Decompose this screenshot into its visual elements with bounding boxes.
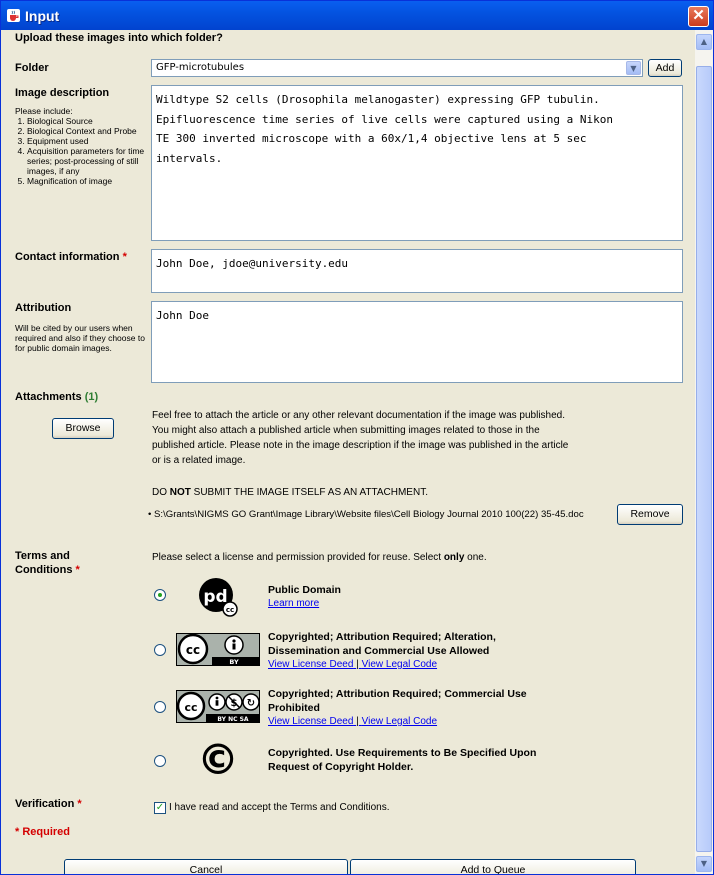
attachments-info: Feel free to attach the article or any o… — [152, 410, 569, 466]
image-description-field[interactable]: Wildtype S2 cells (Drosophila melanogast… — [151, 85, 683, 241]
scroll-down-icon[interactable]: ▼ — [696, 856, 712, 872]
terms-label-line2: Conditions — [15, 564, 73, 576]
scroll-thumb[interactable] — [696, 66, 712, 852]
pd-logo-text: pd — [203, 587, 227, 607]
copyright-icon: © — [198, 740, 238, 780]
add-folder-button[interactable]: Add — [648, 59, 682, 77]
attachments-count: (1) — [84, 391, 99, 403]
warning-pre: DO — [152, 487, 170, 498]
attribution-field[interactable]: John Doe — [151, 301, 683, 383]
svg-text:cc: cc — [184, 701, 197, 714]
attribution-label: Attribution — [15, 302, 72, 314]
browse-button[interactable]: Browse — [52, 418, 114, 439]
cancel-button[interactable]: Cancel — [64, 859, 348, 874]
attachments-warning: DO NOT SUBMIT THE IMAGE ITSELF AS AN ATT… — [152, 485, 572, 500]
remove-attachment-button[interactable]: Remove — [617, 504, 683, 525]
hint-item: Equipment used — [27, 136, 145, 146]
warning-not: NOT — [169, 487, 191, 498]
hint-list: Biological Source Biological Context and… — [15, 116, 145, 186]
contact-label: Contact information * — [15, 251, 127, 263]
required-note: * Required — [15, 826, 71, 838]
license-title-public-domain: Public Domain — [268, 584, 341, 596]
copyright-logo-text: © — [198, 740, 238, 780]
folder-prompt: Upload these images into which folder? — [15, 32, 223, 44]
input-dialog: Input ✕ Upload these images into which f… — [0, 0, 714, 875]
cc-by-nc-sa-badge-text: BY NC SA — [217, 716, 249, 723]
hint-item: Biological Source — [27, 116, 145, 126]
view-license-deed-link[interactable]: View License Deed — [268, 716, 353, 727]
hint-intro: Please include: — [15, 106, 73, 116]
attachments-label-text: Attachments — [15, 391, 82, 403]
terms-label-line1: Terms and — [15, 550, 70, 562]
image-description-label: Image description — [15, 87, 110, 99]
contact-field[interactable]: John Doe, jdoe@university.edu — [151, 249, 683, 293]
required-mark: * — [77, 798, 82, 810]
required-mark: * — [75, 564, 80, 576]
view-license-deed-link[interactable]: View License Deed — [268, 659, 353, 670]
java-cup-icon — [7, 9, 20, 22]
license-links-cc-by: View License Deed | View Legal Code — [268, 659, 437, 670]
license-radio-copyright[interactable] — [154, 755, 166, 767]
learn-more-link[interactable]: Learn more — [268, 598, 319, 609]
cc-by-icon: cc BY — [176, 633, 260, 666]
folder-select[interactable]: GFP-microtubules ▼ — [151, 59, 643, 77]
instr-only: only — [443, 552, 465, 563]
close-icon: ✕ — [692, 7, 705, 24]
form-content: Upload these images into which folder? F… — [1, 30, 695, 874]
instr-pre: Please select a license and permission p… — [152, 552, 444, 563]
window-title: Input — [25, 8, 60, 24]
license-radio-cc-by-nc-sa[interactable] — [154, 701, 166, 713]
cc-badge-text: cc — [226, 606, 234, 614]
public-domain-icon: pd cc — [199, 578, 238, 617]
attachments-label: Attachments (1) — [15, 391, 98, 403]
hint-item: Biological Context and Probe — [27, 126, 145, 136]
verification-label: Verification * — [15, 798, 82, 810]
view-legal-code-link[interactable]: View Legal Code — [362, 716, 437, 727]
attached-file: • S:\Grants\NIGMS GO Grant\Image Library… — [148, 509, 584, 520]
verification-label-text: Verification — [15, 798, 75, 810]
view-legal-code-link[interactable]: View Legal Code — [362, 659, 437, 670]
warning-post: SUBMIT THE IMAGE ITSELF AS AN ATTACHMENT… — [190, 487, 428, 498]
add-to-queue-button[interactable]: Add to Queue — [350, 859, 636, 874]
cc-by-badge-text: BY — [229, 658, 239, 666]
required-mark: * — [122, 251, 127, 263]
license-radio-public-domain[interactable] — [154, 589, 166, 601]
title-bar[interactable]: Input ✕ — [1, 1, 713, 30]
hint-item: Magnification of image — [27, 176, 145, 186]
license-title-cc-by-nc-sa: Copyrighted; Attribution Required; Comme… — [268, 688, 527, 714]
license-links-cc-by-nc-sa: View License Deed | View Legal Code — [268, 716, 437, 727]
attribution-hint: Will be cited by our users when required… — [15, 323, 145, 353]
license-title-cc-by: Copyrighted; Attribution Required; Alter… — [268, 631, 496, 657]
hint-item: Acquisition parameters for time series; … — [27, 146, 145, 176]
link-separator: | — [356, 716, 359, 727]
scroll-up-icon[interactable]: ▲ — [696, 34, 712, 50]
folder-label: Folder — [15, 62, 49, 74]
link-separator: | — [356, 659, 359, 670]
folder-select-value: GFP-microtubules — [156, 62, 245, 73]
chevron-down-icon[interactable]: ▼ — [626, 61, 641, 75]
svg-text:cc: cc — [186, 643, 200, 657]
accept-terms-label[interactable]: I have read and accept the Terms and Con… — [169, 800, 390, 815]
license-title-copyright: Copyrighted. Use Requirements to Be Spec… — [268, 747, 537, 773]
terms-label: Terms and Conditions * — [15, 549, 80, 577]
svg-text:↻: ↻ — [247, 698, 255, 709]
contact-label-text: Contact information — [15, 251, 120, 263]
terms-instructions: Please select a license and permission p… — [152, 550, 652, 565]
cc-by-nc-sa-icon: cc $ ↻ BY NC SA — [176, 690, 260, 723]
instr-post: one. — [464, 552, 487, 563]
close-button[interactable]: ✕ — [688, 6, 709, 27]
accept-terms-checkbox[interactable]: ✓ — [154, 802, 166, 814]
vertical-scrollbar[interactable]: ▲ ▼ — [695, 30, 713, 874]
image-description-hint: Please include: Biological Source Biolog… — [15, 106, 145, 186]
license-radio-cc-by[interactable] — [154, 644, 166, 656]
